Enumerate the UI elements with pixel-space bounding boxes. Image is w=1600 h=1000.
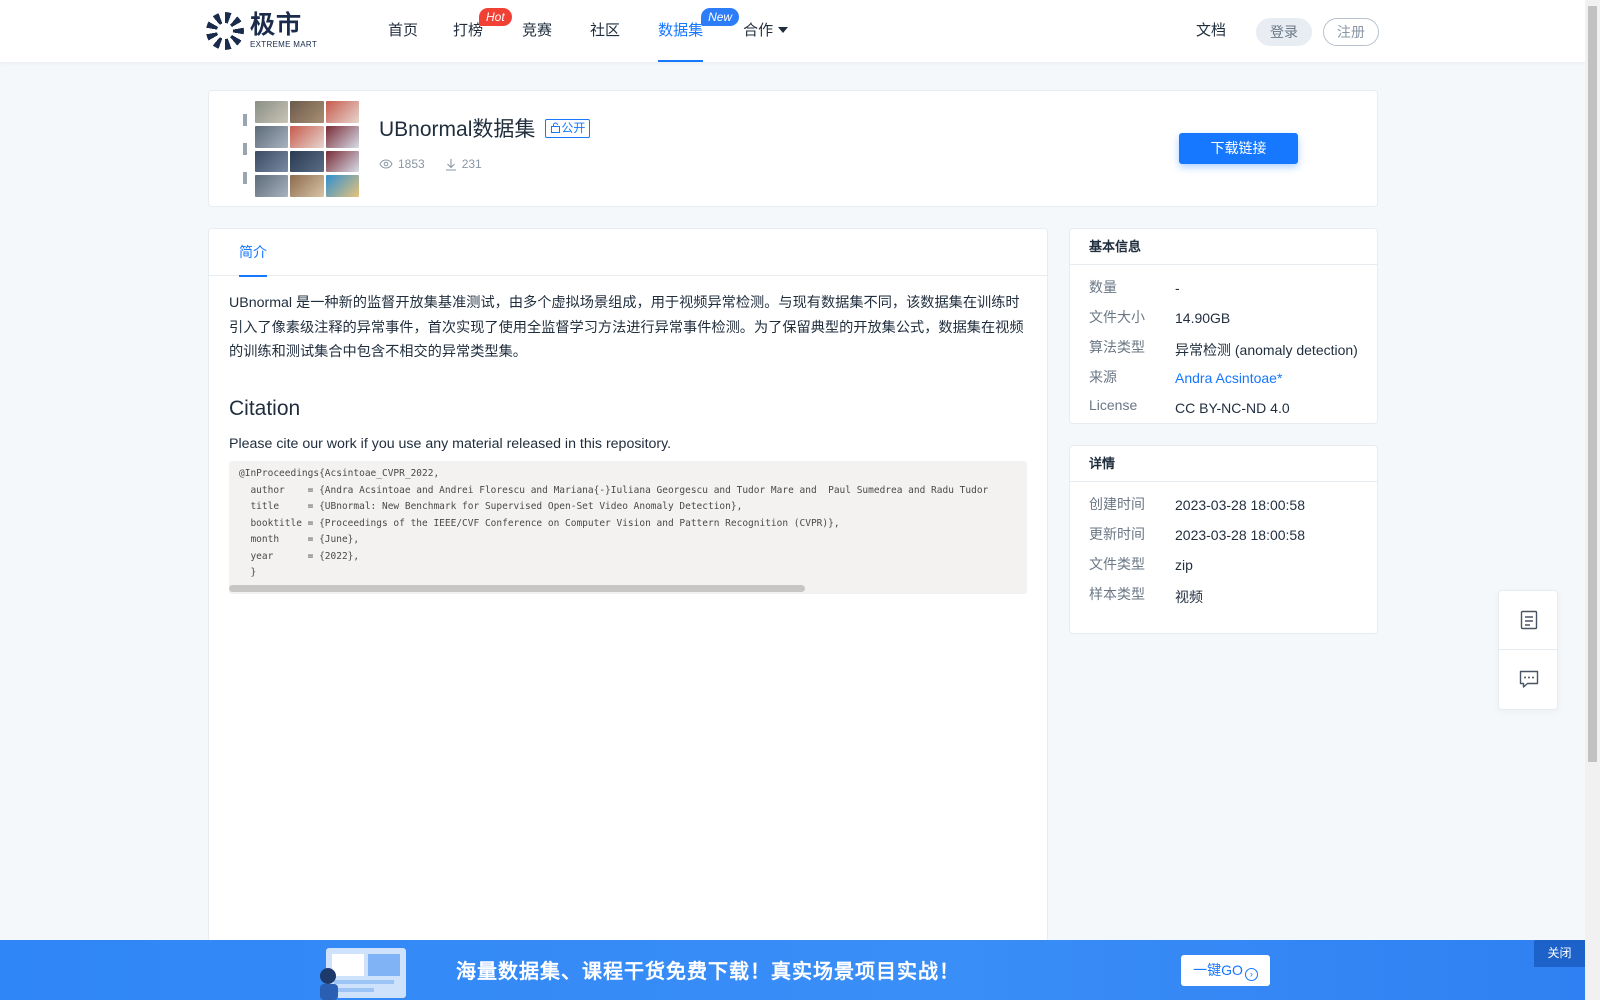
citation-note: Please cite our work if you use any mate… bbox=[229, 436, 672, 452]
code-horizontal-scrollbar[interactable] bbox=[229, 585, 805, 592]
page-scrollbar-thumb[interactable] bbox=[1588, 6, 1597, 762]
main-nav: 首页 打榜 Hot 竞赛 社区 数据集 New 合作 bbox=[370, 0, 789, 62]
register-button[interactable]: 注册 bbox=[1323, 18, 1379, 46]
view-count: 1853 bbox=[379, 157, 425, 171]
dataset-thumbnail bbox=[241, 101, 359, 197]
comment-icon bbox=[1519, 670, 1539, 688]
nav-item-community[interactable]: 社区 bbox=[590, 0, 620, 62]
new-badge: New bbox=[701, 8, 740, 26]
logo-name: 极市 bbox=[250, 11, 303, 39]
citation-code-block: @InProceedings{Acsintoae_CVPR_2022, auth… bbox=[229, 461, 1027, 594]
download-icon bbox=[445, 158, 456, 171]
page-scrollbar[interactable] bbox=[1585, 0, 1600, 1000]
document-icon bbox=[1520, 610, 1538, 630]
dataset-header-card: UBnormal数据集 公开 1853 231 下载链接 bbox=[208, 90, 1378, 207]
info-row-source: 来源 Andra Acsintoae* bbox=[1089, 369, 1283, 386]
nav-item-datasets[interactable]: 数据集 New bbox=[658, 0, 740, 62]
login-button[interactable]: 登录 bbox=[1256, 18, 1312, 46]
banner-illustration bbox=[320, 948, 406, 1000]
top-header: 极市 EXTREME MART 首页 打榜 Hot 竞赛 社区 数据集 New … bbox=[0, 0, 1585, 62]
site-logo[interactable]: 极市 EXTREME MART bbox=[206, 12, 317, 50]
detail-row-updated: 更新时间 2023-03-28 18:00:58 bbox=[1089, 526, 1305, 543]
intro-panel: 简介 UBnormal 是一种新的监督开放集基准测试，由多个虚拟场景组成，用于视… bbox=[208, 228, 1048, 1000]
chevron-down-icon bbox=[778, 27, 789, 33]
details-panel: 详情 创建时间 2023-03-28 18:00:58 更新时间 2023-03… bbox=[1069, 445, 1378, 634]
detail-row-created: 创建时间 2023-03-28 18:00:58 bbox=[1089, 496, 1305, 513]
dataset-description: UBnormal 是一种新的监督开放集基准测试，由多个虚拟场景组成，用于视频异常… bbox=[229, 295, 1024, 360]
visibility-badge: 公开 bbox=[545, 118, 591, 138]
detail-row-file-type: 文件类型 zip bbox=[1089, 556, 1193, 573]
download-count: 231 bbox=[445, 157, 482, 171]
source-link[interactable]: Andra Acsintoae* bbox=[1175, 370, 1282, 386]
info-row-algorithm: 算法类型 异常检测 (anomaly detection) bbox=[1089, 339, 1358, 358]
eye-icon bbox=[379, 159, 393, 169]
nav-item-competition[interactable]: 竞赛 bbox=[522, 0, 552, 62]
nav-item-cooperation[interactable]: 合作 bbox=[743, 0, 789, 62]
arrow-right-icon: › bbox=[1244, 968, 1258, 981]
logo-subtitle: EXTREME MART bbox=[250, 40, 318, 49]
bibtex-code: @InProceedings{Acsintoae_CVPR_2022, auth… bbox=[239, 468, 989, 578]
docs-link[interactable]: 文档 bbox=[1196, 0, 1226, 62]
document-button[interactable] bbox=[1499, 591, 1559, 650]
dataset-stats: 1853 231 bbox=[379, 157, 502, 171]
info-row-file-size: 文件大小 14.90GB bbox=[1089, 309, 1231, 326]
floating-toolbar bbox=[1498, 590, 1559, 710]
feedback-button[interactable] bbox=[1499, 650, 1559, 709]
banner-text: 海量数据集、课程干货免费下载！真实场景项目实战！ bbox=[456, 959, 960, 983]
tab-intro[interactable]: 简介 bbox=[239, 229, 267, 277]
dataset-title: UBnormal数据集 bbox=[379, 118, 536, 141]
logo-mark-icon bbox=[206, 12, 244, 50]
detail-row-sample-type: 样本类型 视频 bbox=[1089, 586, 1203, 605]
details-title: 详情 bbox=[1070, 446, 1377, 482]
lock-icon bbox=[551, 122, 561, 133]
nav-item-leaderboard[interactable]: 打榜 Hot bbox=[453, 0, 512, 62]
info-row-license: License CC BY-NC-ND 4.0 bbox=[1089, 397, 1290, 416]
nav-item-home[interactable]: 首页 bbox=[388, 0, 418, 62]
hot-badge: Hot bbox=[479, 8, 512, 26]
basic-info-title: 基本信息 bbox=[1070, 229, 1377, 265]
citation-heading: Citation bbox=[229, 397, 301, 420]
banner-close-button[interactable]: 关闭 bbox=[1534, 940, 1585, 967]
promo-banner: 海量数据集、课程干货免费下载！真实场景项目实战！ 一键GO › bbox=[0, 940, 1585, 1000]
basic-info-panel: 基本信息 数量 - 文件大小 14.90GB 算法类型 异常检测 (anomal… bbox=[1069, 228, 1378, 424]
download-link-button[interactable]: 下载链接 bbox=[1179, 133, 1298, 164]
tab-bar: 简介 bbox=[209, 229, 1047, 277]
info-row-quantity: 数量 - bbox=[1089, 279, 1180, 296]
go-button[interactable]: 一键GO › bbox=[1181, 955, 1270, 986]
